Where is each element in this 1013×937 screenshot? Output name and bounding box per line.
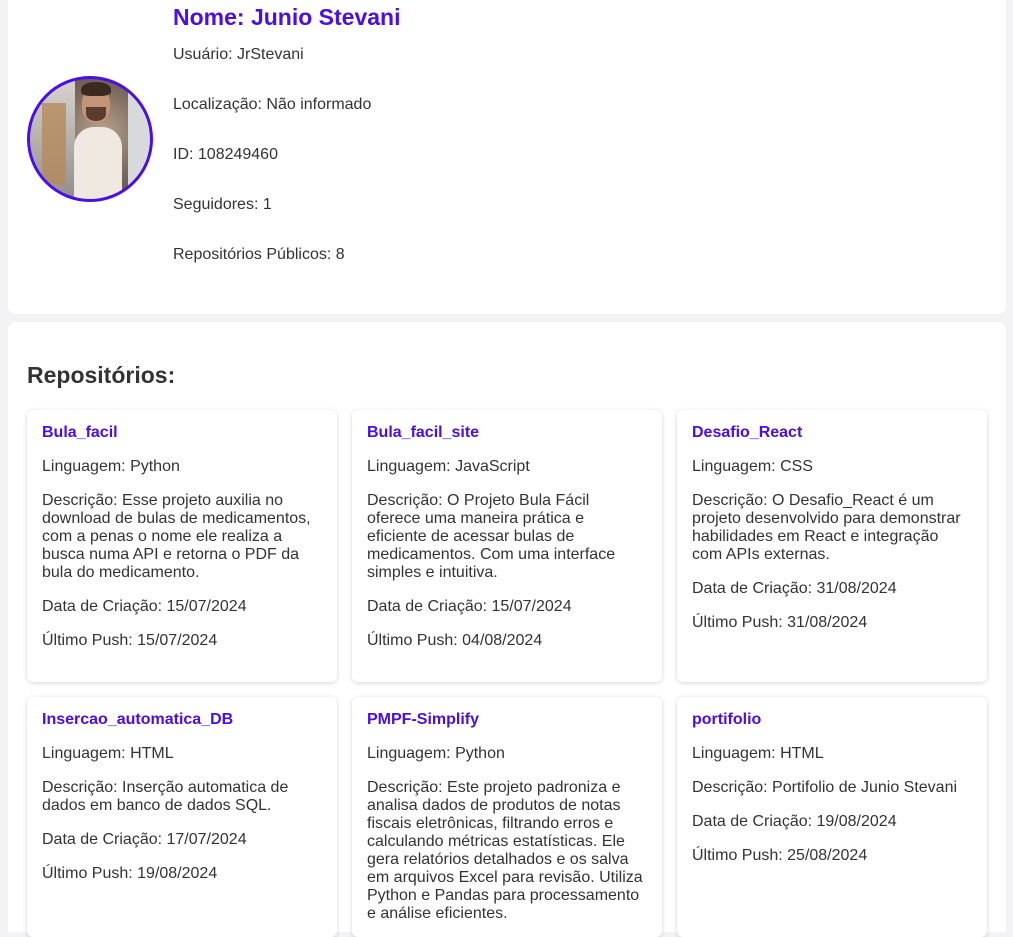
repo-last-push: Último Push: 04/08/2024	[367, 632, 543, 649]
repo-last-push: Último Push: 25/08/2024	[692, 847, 868, 864]
profile-name: Nome: Junio Stevani	[173, 4, 401, 30]
repo-description: Descrição: Inserção automatica de dados …	[42, 779, 289, 814]
repo-name-link[interactable]: PMPF-Simplify	[367, 711, 647, 729]
repo-last-push: Último Push: 19/08/2024	[42, 865, 218, 882]
repo-description: Descrição: O Desafio_React é um projeto …	[692, 492, 961, 563]
repo-name-link[interactable]: Bula_facil	[42, 424, 322, 442]
repo-language: Linguagem: HTML	[692, 745, 824, 762]
repo-last-push: Último Push: 15/07/2024	[42, 632, 218, 649]
repo-created-date: Data de Criação: 19/08/2024	[692, 813, 897, 830]
repo-description: Descrição: Portifolio de Junio Stevani	[692, 779, 958, 796]
repo-language: Linguagem: CSS	[692, 458, 813, 475]
repo-card: PMPF-Simplify Linguagem: Python Descriçã…	[352, 697, 662, 937]
repo-description: Descrição: O Projeto Bula Fácil oferece …	[367, 492, 616, 581]
profile-username: Usuário: JrStevani	[173, 46, 304, 63]
repo-name-link[interactable]: Desafio_React	[692, 424, 972, 442]
repo-language: Linguagem: JavaScript	[367, 458, 530, 475]
repositories-section: Repositórios: Bula_facil Linguagem: Pyth…	[8, 322, 1006, 937]
repositories-heading: Repositórios:	[27, 362, 176, 388]
repo-last-push: Último Push: 31/08/2024	[692, 614, 868, 631]
repo-created-date: Data de Criação: 15/07/2024	[42, 598, 247, 615]
repo-created-date: Data de Criação: 31/08/2024	[692, 580, 897, 597]
profile-followers: Seguidores: 1	[173, 196, 272, 213]
repo-name-link[interactable]: portifolio	[692, 711, 972, 729]
avatar	[27, 76, 153, 202]
repo-card: Bula_facil_site Linguagem: JavaScript De…	[352, 410, 662, 682]
repo-description: Descrição: Este projeto padroniza e anal…	[367, 779, 643, 922]
profile-public-repos: Repositórios Públicos: 8	[173, 246, 345, 263]
repo-card: Bula_facil Linguagem: Python Descrição: …	[27, 410, 337, 682]
repo-created-date: Data de Criação: 17/07/2024	[42, 831, 247, 848]
repo-card: Insercao_automatica_DB Linguagem: HTML D…	[27, 697, 337, 937]
repo-language: Linguagem: HTML	[42, 745, 174, 762]
repo-card: Desafio_React Linguagem: CSS Descrição: …	[677, 410, 987, 682]
repo-name-link[interactable]: Bula_facil_site	[367, 424, 647, 442]
repo-language: Linguagem: Python	[367, 745, 505, 762]
profile-location: Localização: Não informado	[173, 96, 372, 113]
repo-name-link[interactable]: Insercao_automatica_DB	[42, 711, 322, 729]
profile-id: ID: 108249460	[173, 146, 278, 163]
repo-description: Descrição: Esse projeto auxilia no downl…	[42, 492, 311, 581]
profile-section: Nome: Junio Stevani Usuário: JrStevani L…	[8, 0, 1006, 314]
repo-language: Linguagem: Python	[42, 458, 180, 475]
repo-card: portifolio Linguagem: HTML Descrição: Po…	[677, 697, 987, 937]
repo-created-date: Data de Criação: 15/07/2024	[367, 598, 572, 615]
